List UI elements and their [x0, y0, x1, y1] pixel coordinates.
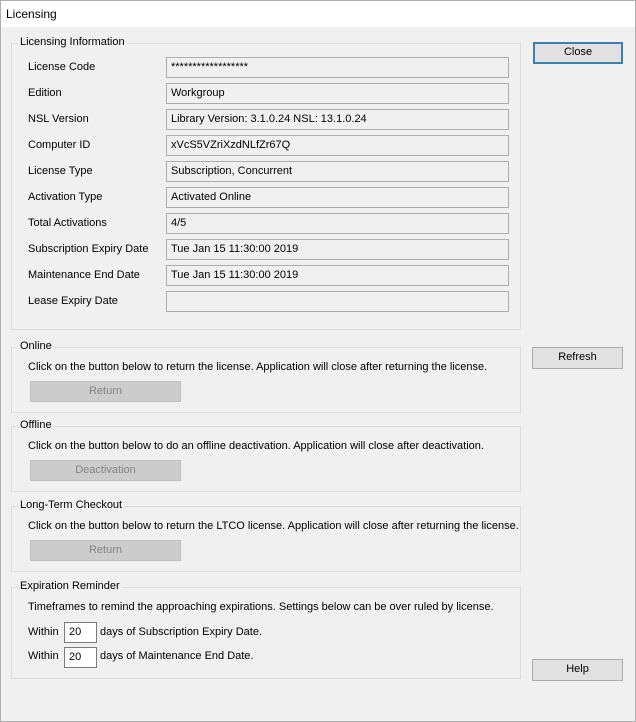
title-bar: Licensing	[1, 1, 635, 27]
ltco-description: Click on the button below to return the …	[28, 520, 519, 532]
license-type-field: Subscription, Concurrent	[166, 161, 509, 182]
offline-description: Click on the button below to do an offli…	[28, 440, 484, 452]
close-button[interactable]: Close	[533, 42, 623, 64]
computer-id-field: xVcS5VZriXzdNLfZr67Q	[166, 135, 509, 156]
maintenance-reminder-days-input[interactable]: 20	[64, 647, 97, 668]
license-code-label: License Code	[28, 61, 96, 73]
maintenance-end-label: Maintenance End Date	[28, 269, 140, 281]
nsl-version-field: Library Version: 3.1.0.24 NSL: 13.1.0.24	[166, 109, 509, 130]
license-type-label: License Type	[28, 165, 93, 177]
online-group: Online Click on the button below to retu…	[11, 340, 521, 413]
nsl-version-label: NSL Version	[28, 113, 89, 125]
computer-id-label: Computer ID	[28, 139, 91, 151]
activation-type-field: Activated Online	[166, 187, 509, 208]
window-title: Licensing	[6, 7, 57, 21]
maintenance-days-suffix: days of Maintenance End Date.	[100, 650, 254, 662]
ltco-group: Long-Term Checkout Click on the button b…	[11, 499, 521, 572]
total-activations-label: Total Activations	[28, 217, 107, 229]
licensing-info-legend: Licensing Information	[18, 36, 127, 48]
edition-field: Workgroup	[166, 83, 509, 104]
online-description: Click on the button below to return the …	[28, 361, 488, 373]
help-button[interactable]: Help	[532, 659, 623, 681]
subscription-expiry-field: Tue Jan 15 11:30:00 2019	[166, 239, 509, 260]
maintenance-within-label: Within	[28, 650, 59, 662]
license-code-field: ******************	[166, 57, 509, 78]
offline-group: Offline Click on the button below to do …	[11, 419, 521, 492]
subscription-expiry-label: Subscription Expiry Date	[28, 243, 149, 255]
ltco-legend: Long-Term Checkout	[18, 499, 125, 511]
licensing-window: Licensing Licensing Information License …	[0, 0, 636, 722]
reminder-description: Timeframes to remind the approaching exp…	[28, 601, 494, 613]
expiration-reminder-group: Expiration Reminder Timeframes to remind…	[11, 580, 521, 679]
maintenance-end-field: Tue Jan 15 11:30:00 2019	[166, 265, 509, 286]
subscription-within-label: Within	[28, 626, 59, 638]
ltco-return-button[interactable]: Return	[30, 540, 181, 561]
edition-label: Edition	[28, 87, 62, 99]
deactivation-button[interactable]: Deactivation	[30, 460, 181, 481]
total-activations-field: 4/5	[166, 213, 509, 234]
online-return-button[interactable]: Return	[30, 381, 181, 402]
reminder-legend: Expiration Reminder	[18, 580, 122, 592]
offline-legend: Offline	[18, 419, 54, 431]
licensing-info-group: Licensing Information License Code *****…	[11, 36, 521, 330]
activation-type-label: Activation Type	[28, 191, 103, 203]
lease-expiry-field	[166, 291, 509, 312]
lease-expiry-label: Lease Expiry Date	[28, 295, 118, 307]
online-legend: Online	[18, 340, 54, 352]
subscription-days-suffix: days of Subscription Expiry Date.	[100, 626, 263, 638]
refresh-button[interactable]: Refresh	[532, 347, 623, 369]
subscription-reminder-days-input[interactable]: 20	[64, 622, 97, 643]
